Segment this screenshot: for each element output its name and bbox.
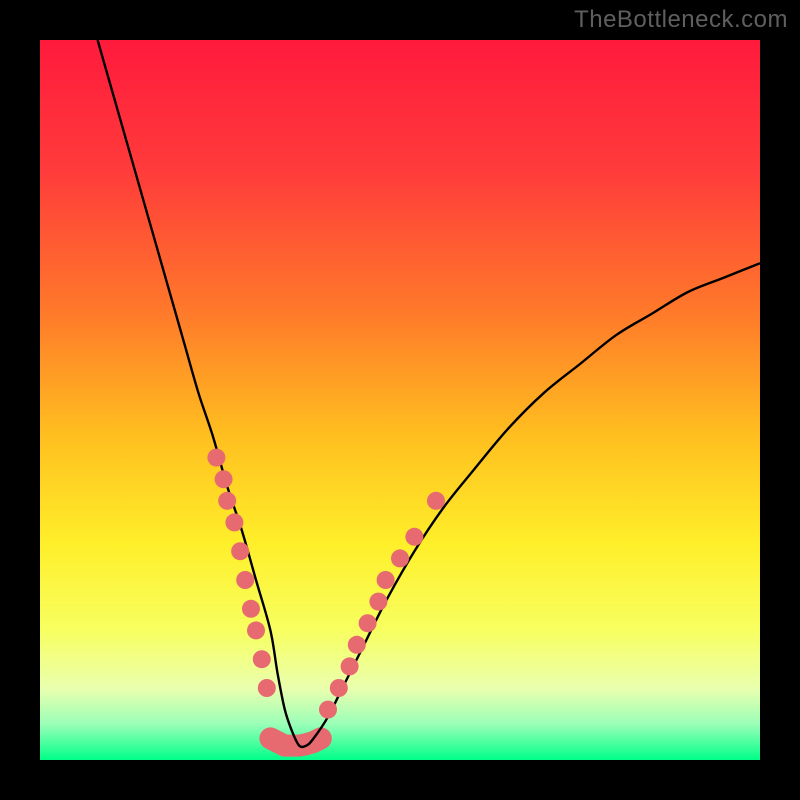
- marker-dot: [330, 679, 348, 697]
- marker-dot: [348, 636, 366, 654]
- marker-dot: [207, 449, 225, 467]
- marker-dot: [236, 571, 254, 589]
- watermark-label: TheBottleneck.com: [574, 6, 788, 34]
- marker-dot: [405, 528, 423, 546]
- marker-dot: [359, 614, 377, 632]
- plot-area: [40, 40, 760, 760]
- marker-dot: [231, 542, 249, 560]
- gradient-background: [40, 40, 760, 760]
- marker-dot: [341, 657, 359, 675]
- marker-dot: [215, 470, 233, 488]
- marker-dot: [377, 571, 395, 589]
- marker-dot: [242, 600, 260, 618]
- marker-dot: [253, 650, 271, 668]
- bottleneck-chart: [40, 40, 760, 760]
- marker-dot: [369, 593, 387, 611]
- marker-dot: [258, 679, 276, 697]
- marker-dot: [319, 701, 337, 719]
- marker-dot: [218, 492, 236, 510]
- marker-dot: [391, 549, 409, 567]
- marker-dot: [225, 513, 243, 531]
- chart-frame: TheBottleneck.com: [0, 0, 800, 800]
- marker-dot: [427, 492, 445, 510]
- marker-dot: [247, 621, 265, 639]
